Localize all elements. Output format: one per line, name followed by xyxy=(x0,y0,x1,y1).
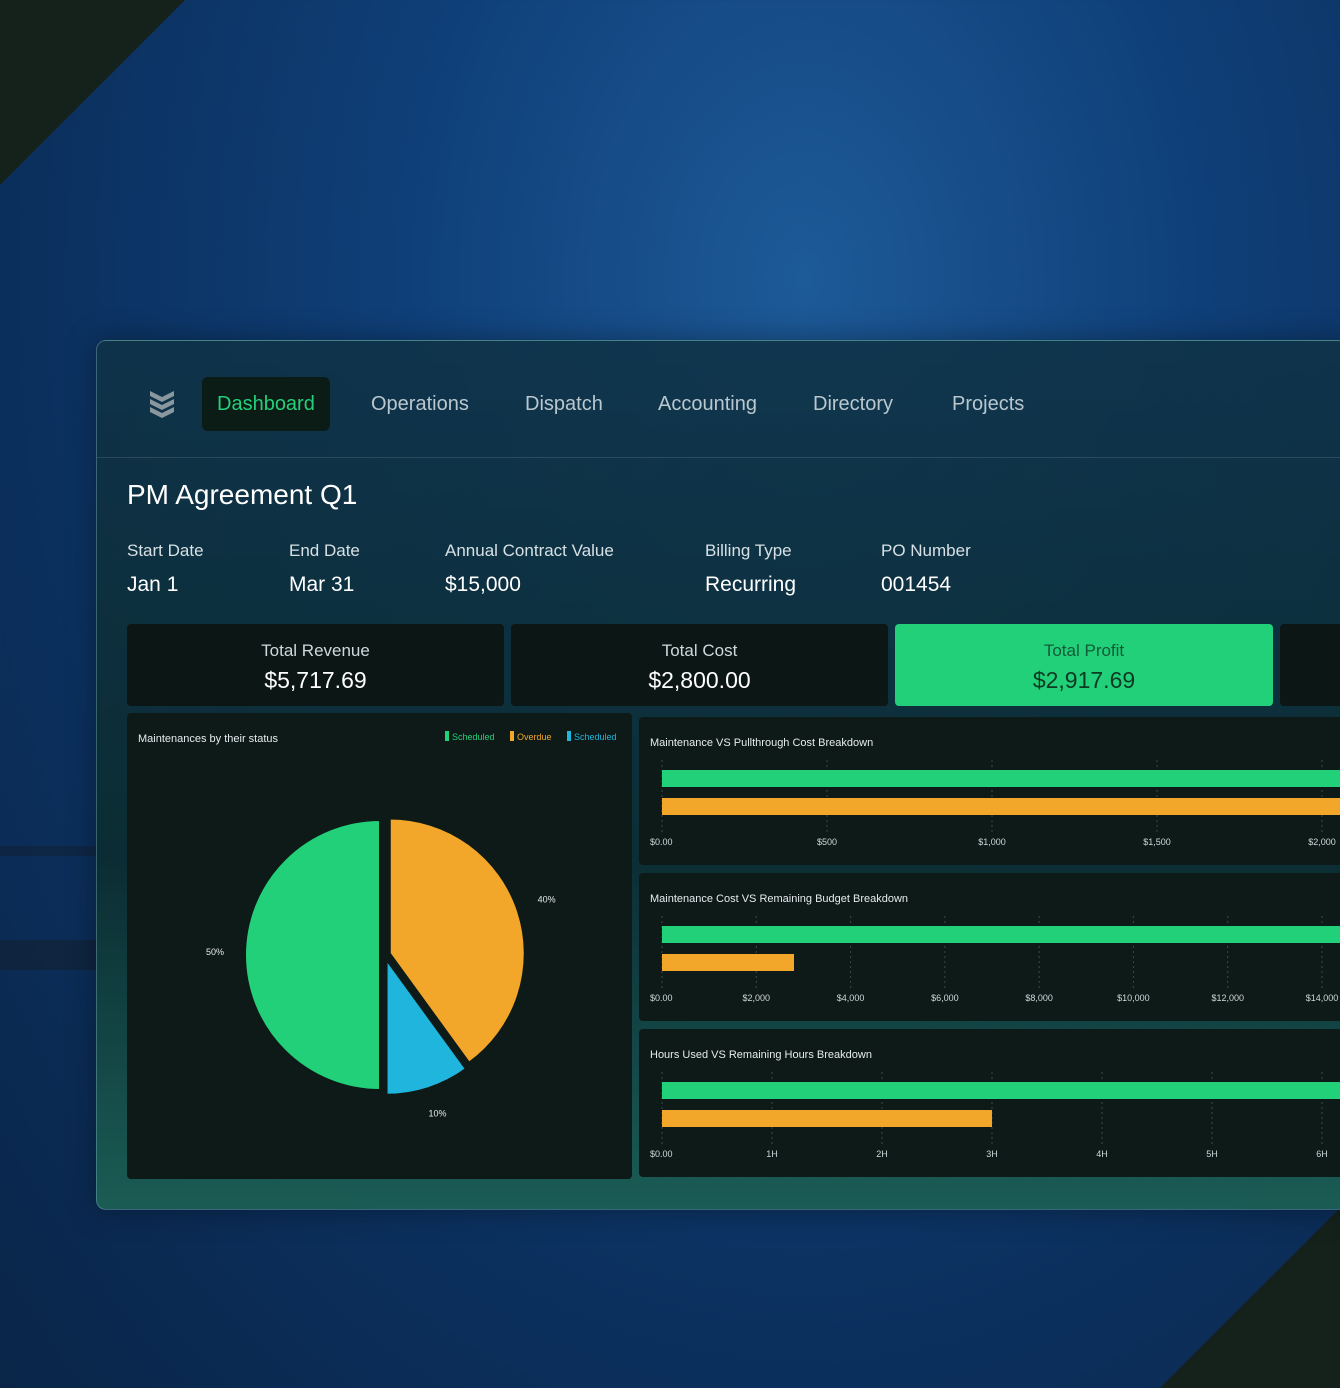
top-navigation: Dashboard Operations Dispatch Accounting… xyxy=(97,341,1340,458)
pie-label: 50% xyxy=(206,947,224,957)
bar xyxy=(662,926,1340,943)
hours-breakdown-card: Hours Used VS Remaining Hours Breakdown … xyxy=(639,1029,1340,1177)
total-cost-card: Total Cost $2,800.00 xyxy=(511,624,888,706)
pie-slice xyxy=(244,819,381,1091)
start-date-label: Start Date xyxy=(127,541,204,560)
bar xyxy=(662,1082,1340,1099)
budget-breakdown-card: Maintenance Cost VS Remaining Budget Bre… xyxy=(639,873,1340,1021)
tick-label: $1,500 xyxy=(1143,837,1171,847)
total-revenue-label: Total Revenue xyxy=(261,641,370,660)
total-cost-label: Total Cost xyxy=(661,641,738,660)
nav-operations[interactable]: Operations xyxy=(356,377,484,431)
tick-label: $4,000 xyxy=(837,993,865,1003)
tick-label: 1H xyxy=(766,1149,778,1159)
bar xyxy=(662,1110,992,1127)
tick-label: $0.00 xyxy=(650,993,673,1003)
billing-type-value: Recurring xyxy=(705,573,797,596)
background-streak xyxy=(0,846,96,856)
bar-chart: $0.00 $500 $1,000 $1,500 $2,000 xyxy=(650,760,1340,847)
bar xyxy=(662,770,1340,787)
background-corner-shape xyxy=(0,0,185,185)
total-cost-value: $2,800.00 xyxy=(648,667,751,693)
end-date-label: End Date xyxy=(289,541,360,560)
bar xyxy=(662,798,1340,815)
nav-accounting[interactable]: Accounting xyxy=(643,377,772,431)
total-profit-label: Total Profit xyxy=(1043,641,1125,660)
tick-label: $6,000 xyxy=(931,993,959,1003)
tick-label: 4H xyxy=(1096,1149,1108,1159)
tick-label: $500 xyxy=(817,837,837,847)
billing-type-label: Billing Type xyxy=(705,541,792,560)
tick-label: 3H xyxy=(986,1149,998,1159)
cost-breakdown-card: Maintenance VS Pullthrough Cost Breakdow… xyxy=(639,717,1340,865)
background-streak xyxy=(0,940,96,970)
total-profit-card: Total Profit $2,917.69 xyxy=(895,624,1273,706)
tick-label: 5H xyxy=(1206,1149,1218,1159)
total-revenue-value: $5,717.69 xyxy=(264,667,367,693)
tick-label: $14,000 xyxy=(1306,993,1339,1003)
start-date-value: Jan 1 xyxy=(127,573,179,596)
nav-dispatch[interactable]: Dispatch xyxy=(510,377,618,431)
pie-label: 40% xyxy=(538,894,556,904)
total-revenue-card: Total Revenue $5,717.69 xyxy=(127,624,504,706)
tick-label: $10,000 xyxy=(1117,993,1150,1003)
nav-dashboard[interactable]: Dashboard xyxy=(202,377,330,431)
total-profit-value: $2,917.69 xyxy=(1032,667,1136,693)
page-title: PM Agreement Q1 xyxy=(127,479,358,510)
tick-label: 6H xyxy=(1316,1149,1328,1159)
dashboard-window: Dashboard Operations Dispatch Accounting… xyxy=(96,340,1340,1210)
nav-directory[interactable]: Directory xyxy=(798,377,908,431)
end-date-value: Mar 31 xyxy=(289,573,355,596)
tick-label: $1,000 xyxy=(978,837,1006,847)
tick-label: $2,000 xyxy=(743,993,771,1003)
status-pie-card: Maintenances by their status Scheduled O… xyxy=(127,713,632,1179)
stacked-chevrons-icon[interactable] xyxy=(147,387,177,419)
pie-chart: 40% 10% 50% xyxy=(206,817,556,1119)
tick-label: $12,000 xyxy=(1211,993,1244,1003)
po-number-label: PO Number xyxy=(881,541,971,560)
background-corner-shape xyxy=(1160,1208,1340,1388)
bar-chart: $0.00 1H 2H 3H 4H 5H 6H xyxy=(650,1072,1340,1159)
bar xyxy=(662,954,794,971)
pie-label: 10% xyxy=(429,1109,447,1119)
tick-label: $0.00 xyxy=(650,837,673,847)
contract-value-value: $15,000 xyxy=(445,573,521,596)
nav-projects[interactable]: Projects xyxy=(937,377,1039,431)
bar-chart: $0.00 $2,000 $4,000 $6,000 $8,000 $10,000 $12,… xyxy=(650,916,1340,1003)
contract-value-label: Annual Contract Value xyxy=(445,541,614,560)
tick-label: $8,000 xyxy=(1025,993,1053,1003)
tick-label: $0.00 xyxy=(650,1149,673,1159)
metric-card-partial xyxy=(1280,624,1340,706)
po-number-value: 001454 xyxy=(881,573,952,596)
tick-label: $2,000 xyxy=(1308,837,1336,847)
tick-label: 2H xyxy=(876,1149,888,1159)
